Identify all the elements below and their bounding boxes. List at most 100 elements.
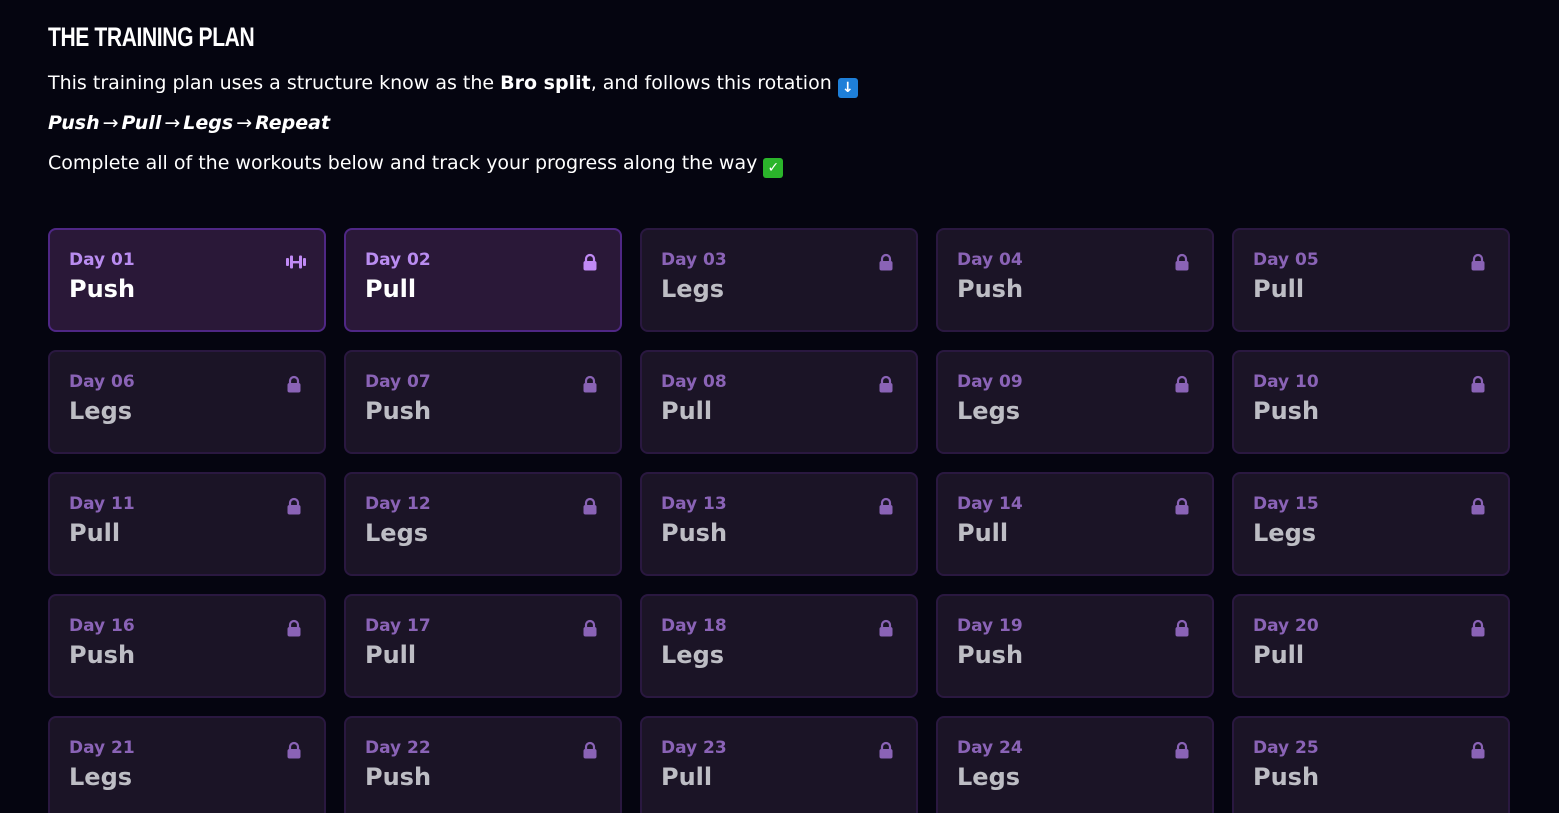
day-card[interactable]: Day 09 Legs xyxy=(936,350,1214,454)
lock-icon xyxy=(580,740,600,760)
day-card[interactable]: Day 21 Legs xyxy=(48,716,326,813)
day-number: Day 15 xyxy=(1253,494,1319,514)
day-number: Day 20 xyxy=(1253,616,1319,636)
day-number: Day 08 xyxy=(661,372,727,392)
workout-type: Legs xyxy=(1253,519,1317,547)
day-number: Day 23 xyxy=(661,738,727,758)
arrow-right-icon: → xyxy=(102,112,119,134)
day-card[interactable]: Day 23 Pull xyxy=(640,716,918,813)
workout-type: Pull xyxy=(365,641,417,669)
day-card[interactable]: Day 13 Push xyxy=(640,472,918,576)
lock-icon xyxy=(1172,740,1192,760)
lock-icon xyxy=(284,374,304,394)
lock-icon xyxy=(876,374,896,394)
lock-icon xyxy=(580,252,600,272)
day-card[interactable]: Day 03 Legs xyxy=(640,228,918,332)
rotation-push: Push xyxy=(48,112,100,134)
workout-type: Legs xyxy=(957,397,1021,425)
lock-icon xyxy=(1468,496,1488,516)
lock-icon xyxy=(876,252,896,272)
workout-type: Legs xyxy=(69,397,133,425)
day-card[interactable]: Day 10 Push xyxy=(1232,350,1510,454)
lock-icon xyxy=(876,618,896,638)
day-card[interactable]: Day 17 Pull xyxy=(344,594,622,698)
arrow-right-icon: → xyxy=(236,112,253,134)
lock-icon xyxy=(1468,252,1488,272)
day-card[interactable]: Day 16 Push xyxy=(48,594,326,698)
day-number: Day 19 xyxy=(957,616,1023,636)
workout-type: Push xyxy=(957,641,1024,669)
day-card[interactable]: Day 24 Legs xyxy=(936,716,1214,813)
rotation-legs: Legs xyxy=(183,112,234,134)
workout-type: Push xyxy=(1253,763,1320,791)
lock-icon xyxy=(876,740,896,760)
lock-icon xyxy=(580,496,600,516)
day-card[interactable]: Day 18 Legs xyxy=(640,594,918,698)
lock-icon xyxy=(1468,618,1488,638)
workout-type: Push xyxy=(661,519,728,547)
day-number: Day 16 xyxy=(69,616,135,636)
workout-type: Push xyxy=(69,275,136,303)
workout-type: Legs xyxy=(957,763,1021,791)
day-number: Day 12 xyxy=(365,494,431,514)
day-card[interactable]: Day 01 Push xyxy=(48,228,326,332)
day-number: Day 18 xyxy=(661,616,727,636)
workout-type: Push xyxy=(69,641,136,669)
workout-type: Pull xyxy=(1253,641,1305,669)
rotation-text: Push → Pull → Legs → Repeat xyxy=(48,110,330,136)
day-card[interactable]: Day 05 Pull xyxy=(1232,228,1510,332)
day-card[interactable]: Day 06 Legs xyxy=(48,350,326,454)
day-card[interactable]: Day 12 Legs xyxy=(344,472,622,576)
intro-section: THE TRAINING PLAN This training plan use… xyxy=(48,20,1148,178)
lock-icon xyxy=(284,618,304,638)
intro-text: This training plan uses a structure know… xyxy=(48,70,858,98)
day-card[interactable]: Day 19 Push xyxy=(936,594,1214,698)
workout-type: Pull xyxy=(661,763,713,791)
day-card[interactable]: Day 25 Push xyxy=(1232,716,1510,813)
outro-label: Complete all of the workouts below and t… xyxy=(48,152,758,174)
day-number: Day 07 xyxy=(365,372,431,392)
day-number: Day 04 xyxy=(957,250,1023,270)
day-card[interactable]: Day 07 Push xyxy=(344,350,622,454)
workout-type: Legs xyxy=(661,641,725,669)
day-card[interactable]: Day 20 Pull xyxy=(1232,594,1510,698)
rotation-repeat: Repeat xyxy=(255,112,331,134)
workout-type: Legs xyxy=(365,519,429,547)
workout-type: Push xyxy=(365,763,432,791)
day-number: Day 02 xyxy=(365,250,431,270)
lock-icon xyxy=(580,374,600,394)
lock-icon xyxy=(1172,496,1192,516)
lock-icon xyxy=(1172,374,1192,394)
day-card[interactable]: Day 15 Legs xyxy=(1232,472,1510,576)
day-card[interactable]: Day 11 Pull xyxy=(48,472,326,576)
day-number: Day 01 xyxy=(69,250,135,270)
day-number: Day 25 xyxy=(1253,738,1319,758)
day-number: Day 05 xyxy=(1253,250,1319,270)
down-arrow-icon: ↓ xyxy=(837,78,858,98)
day-number: Day 22 xyxy=(365,738,431,758)
day-card[interactable]: Day 08 Pull xyxy=(640,350,918,454)
workout-type: Legs xyxy=(661,275,725,303)
lock-icon xyxy=(1172,252,1192,272)
intro-suffix: , and follows this rotation xyxy=(590,72,832,94)
day-number: Day 13 xyxy=(661,494,727,514)
day-card[interactable]: Day 22 Push xyxy=(344,716,622,813)
workout-type: Push xyxy=(365,397,432,425)
day-card[interactable]: Day 14 Pull xyxy=(936,472,1214,576)
intro-prefix: This training plan uses a structure know… xyxy=(48,72,501,94)
workout-type: Push xyxy=(1253,397,1320,425)
workout-type: Legs xyxy=(69,763,133,791)
day-card[interactable]: Day 02 Pull xyxy=(344,228,622,332)
workout-type: Pull xyxy=(365,275,417,303)
bro-split-label: Bro split xyxy=(500,72,591,94)
lock-icon xyxy=(284,496,304,516)
training-plan-page: THE TRAINING PLAN This training plan use… xyxy=(0,0,1559,813)
page-title: THE TRAINING PLAN xyxy=(48,22,255,52)
day-number: Day 10 xyxy=(1253,372,1319,392)
workout-type: Push xyxy=(957,275,1024,303)
day-number: Day 11 xyxy=(69,494,135,514)
day-number: Day 06 xyxy=(69,372,135,392)
day-card[interactable]: Day 04 Push xyxy=(936,228,1214,332)
day-number: Day 09 xyxy=(957,372,1023,392)
check-mark-icon: ✓ xyxy=(763,158,784,178)
